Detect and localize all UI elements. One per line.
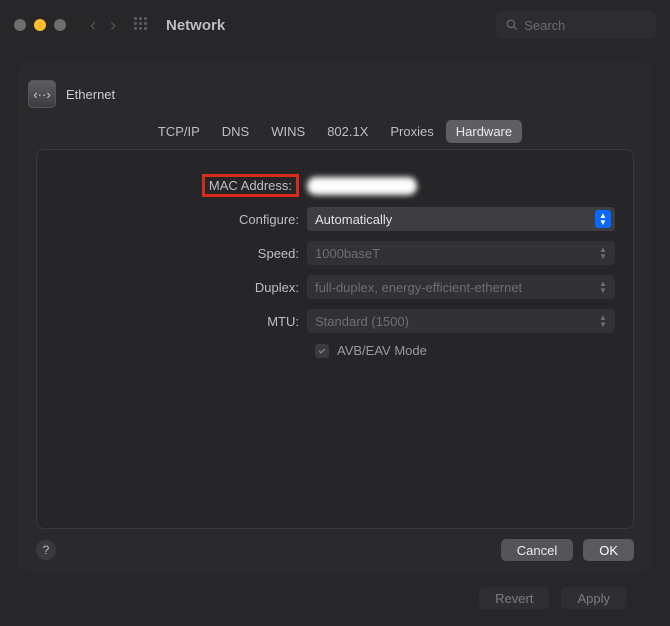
mac-address-label: MAC Address: [67,174,307,197]
mtu-label: MTU: [67,314,307,329]
configure-label: Configure: [67,212,307,227]
tab-tcpip[interactable]: TCP/IP [148,120,210,143]
hardware-panel: MAC Address: Configure: Automatically ▲▼ [36,149,634,529]
chevron-updown-icon: ▲▼ [595,278,611,296]
search-input[interactable] [524,18,646,33]
chevron-updown-icon: ▲▼ [595,210,611,228]
mtu-select-value: Standard (1500) [315,314,409,329]
tab-proxies[interactable]: Proxies [380,120,443,143]
apply-button[interactable]: Apply [561,587,626,609]
mac-address-value [307,177,615,195]
revert-button[interactable]: Revert [479,587,549,609]
show-all-icon[interactable] [134,17,150,33]
help-button[interactable]: ? [36,540,56,560]
minimize-window-icon[interactable] [34,19,46,31]
avb-row[interactable]: AVB/EAV Mode [315,343,615,358]
duplex-select[interactable]: full-duplex, energy-efficient-ethernet ▲… [307,275,615,299]
speed-select-value: 1000baseT [315,246,380,261]
speed-label: Speed: [67,246,307,261]
toolbar: ‹ › Network [0,0,670,50]
avb-checkbox[interactable] [315,344,329,358]
ethernet-icon: ‹··› [28,80,56,108]
interface-name: Ethernet [66,87,115,102]
close-window-icon[interactable] [14,19,26,31]
mac-address-redacted [307,177,417,195]
window-traffic-lights[interactable] [14,19,66,31]
interface-sheet: ‹··› Ethernet TCP/IP DNS WINS 802.1X Pro… [18,62,652,573]
speed-select[interactable]: 1000baseT ▲▼ [307,241,615,265]
chevron-updown-icon: ▲▼ [595,312,611,330]
mtu-select[interactable]: Standard (1500) ▲▼ [307,309,615,333]
pane-footer: Revert Apply [18,573,652,609]
tab-hardware[interactable]: Hardware [446,120,522,143]
tab-wins[interactable]: WINS [261,120,315,143]
tab-8021x[interactable]: 802.1X [317,120,378,143]
duplex-label: Duplex: [67,280,307,295]
cancel-button[interactable]: Cancel [501,539,573,561]
system-preferences-window: ‹ › Network ‹··› Ethernet TCP/IP DNS WIN… [0,0,670,626]
ok-button[interactable]: OK [583,539,634,561]
nav-buttons: ‹ › [86,15,120,36]
configure-select-value: Automatically [315,212,392,227]
duplex-select-value: full-duplex, energy-efficient-ethernet [315,280,522,295]
checkmark-icon [317,346,327,356]
chevron-updown-icon: ▲▼ [595,244,611,262]
forward-button[interactable]: › [106,15,120,36]
search-icon [506,18,518,32]
back-button[interactable]: ‹ [86,15,100,36]
mac-address-annotation-box: MAC Address: [202,174,299,197]
zoom-window-icon[interactable] [54,19,66,31]
advanced-tabs: TCP/IP DNS WINS 802.1X Proxies Hardware [18,120,652,143]
pane-title: Network [166,17,225,34]
configure-select[interactable]: Automatically ▲▼ [307,207,615,231]
search-field-wrapper[interactable] [496,11,656,39]
avb-label: AVB/EAV Mode [337,343,427,358]
tab-dns[interactable]: DNS [212,120,259,143]
